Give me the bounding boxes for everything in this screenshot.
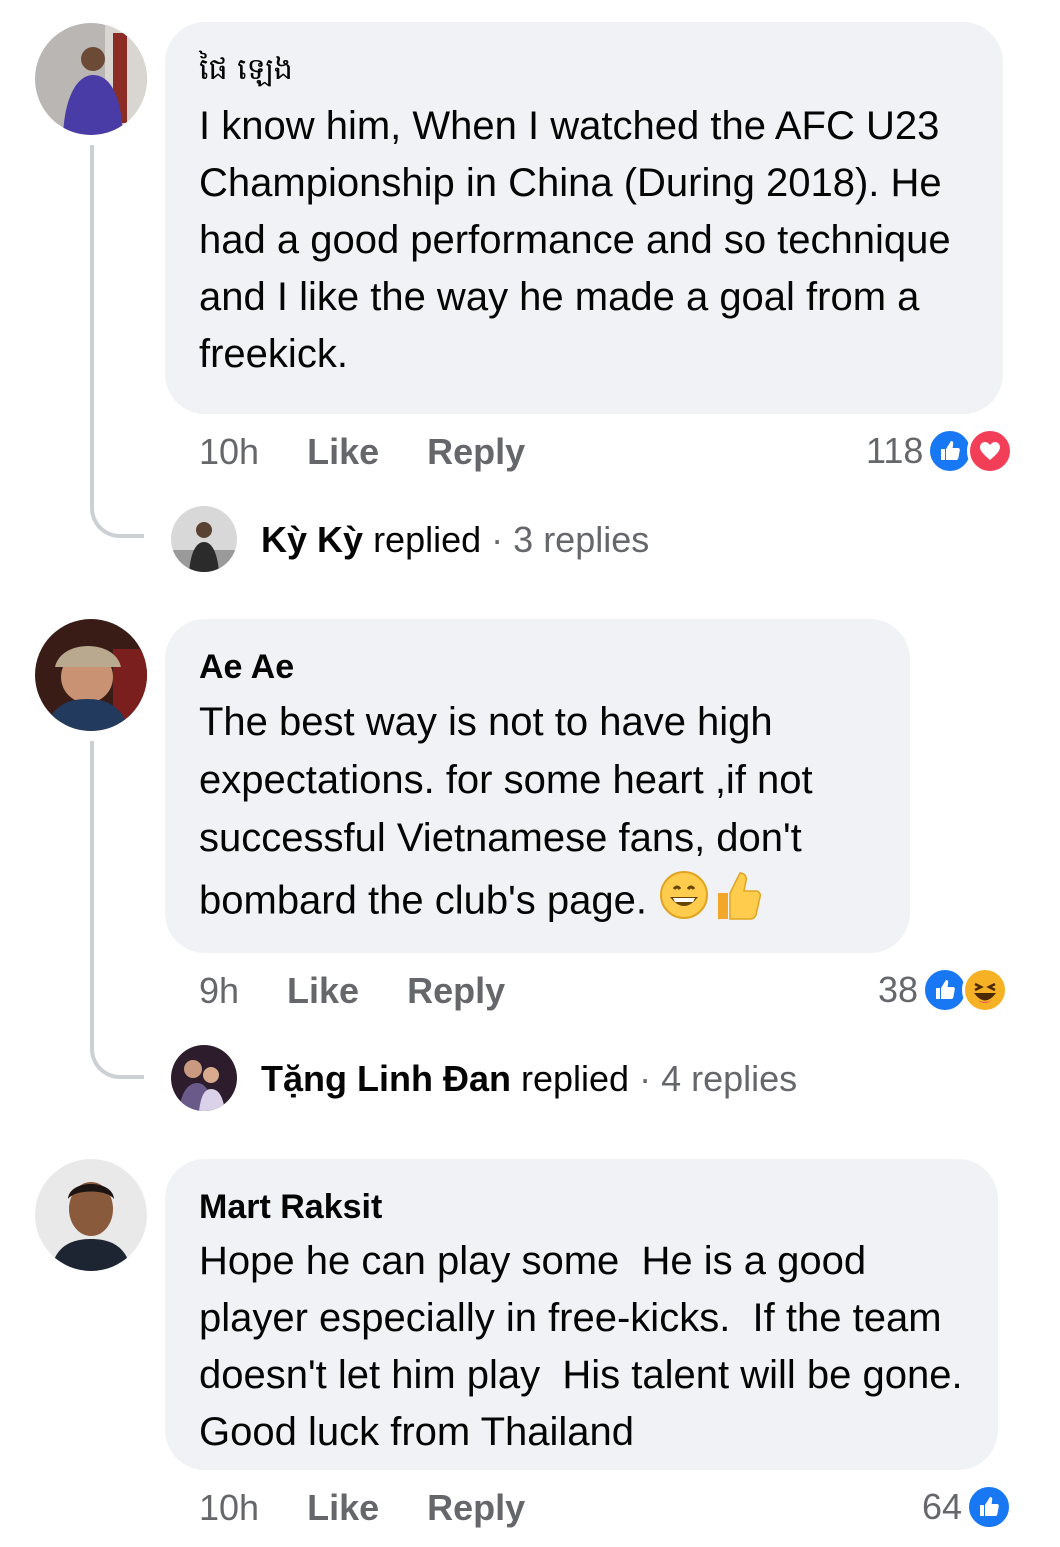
avatar[interactable] <box>35 619 147 731</box>
replied-verb: replied <box>373 519 482 560</box>
separator-dot: · <box>491 519 504 560</box>
grinning-emoji <box>658 869 710 937</box>
thumbs-up-emoji <box>710 867 762 939</box>
reaction-count: 38 <box>878 969 919 1010</box>
reply-button[interactable]: Reply <box>427 432 525 472</box>
reply-count[interactable]: 4 replies <box>661 1058 797 1099</box>
like-button[interactable]: Like <box>307 432 379 472</box>
comment-bubble: Mart Raksit Hope he can play some He is … <box>165 1159 998 1470</box>
thread-connector <box>90 741 144 1079</box>
replier-name[interactable]: Tặng Linh Đan <box>261 1058 511 1099</box>
reaction-summary[interactable]: 118 <box>866 428 1014 474</box>
haha-icon <box>962 967 1009 1013</box>
reaction-count: 64 <box>922 1486 963 1527</box>
replier-name[interactable]: Kỳ Kỳ <box>261 519 363 560</box>
reply-count[interactable]: 3 replies <box>513 519 649 560</box>
comment-author[interactable]: Mart Raksit <box>199 1187 964 1227</box>
avatar[interactable] <box>35 1159 147 1271</box>
comment-text: The best way is not to have high expecta… <box>199 693 876 939</box>
comment-time[interactable]: 9h <box>199 971 239 1011</box>
comment-actions: 10h Like Reply <box>199 432 525 472</box>
thread-connector <box>90 145 144 538</box>
replied-verb: replied <box>521 1058 630 1099</box>
reaction-count: 118 <box>866 430 924 471</box>
comment-actions: 9h Like Reply <box>199 971 505 1011</box>
replier-avatar[interactable] <box>171 506 237 572</box>
like-button[interactable]: Like <box>307 1488 379 1528</box>
replies-link[interactable]: Kỳ Kỳ replied · 3 replies <box>261 520 649 560</box>
comment-author[interactable]: Ae Ae <box>199 647 876 687</box>
like-icon <box>966 1484 1013 1530</box>
separator-dot: · <box>639 1058 652 1099</box>
comment-actions: 10h Like Reply <box>199 1488 525 1528</box>
reaction-summary[interactable]: 38 <box>878 967 1009 1013</box>
avatar[interactable] <box>35 23 147 135</box>
comment-text: Hope he can play some He is a good playe… <box>199 1239 985 1454</box>
comment-time[interactable]: 10h <box>199 432 259 472</box>
replier-avatar[interactable] <box>171 1045 237 1111</box>
comment-text: I know him, When I watched the AFC U23 C… <box>199 104 951 376</box>
comment-bubble: Ae Ae The best way is not to have high e… <box>165 619 910 953</box>
reply-button[interactable]: Reply <box>407 971 505 1011</box>
comment-author[interactable]: ផៃ ឡេង <box>199 50 969 90</box>
comment-bubble: ផៃ ឡេង I know him, When I watched the AF… <box>165 22 1003 414</box>
reaction-summary[interactable]: 64 <box>922 1484 1013 1530</box>
replies-link[interactable]: Tặng Linh Đan replied · 4 replies <box>261 1059 797 1099</box>
comment-time[interactable]: 10h <box>199 1488 259 1528</box>
reply-button[interactable]: Reply <box>427 1488 525 1528</box>
love-icon <box>967 428 1014 474</box>
like-button[interactable]: Like <box>287 971 359 1011</box>
